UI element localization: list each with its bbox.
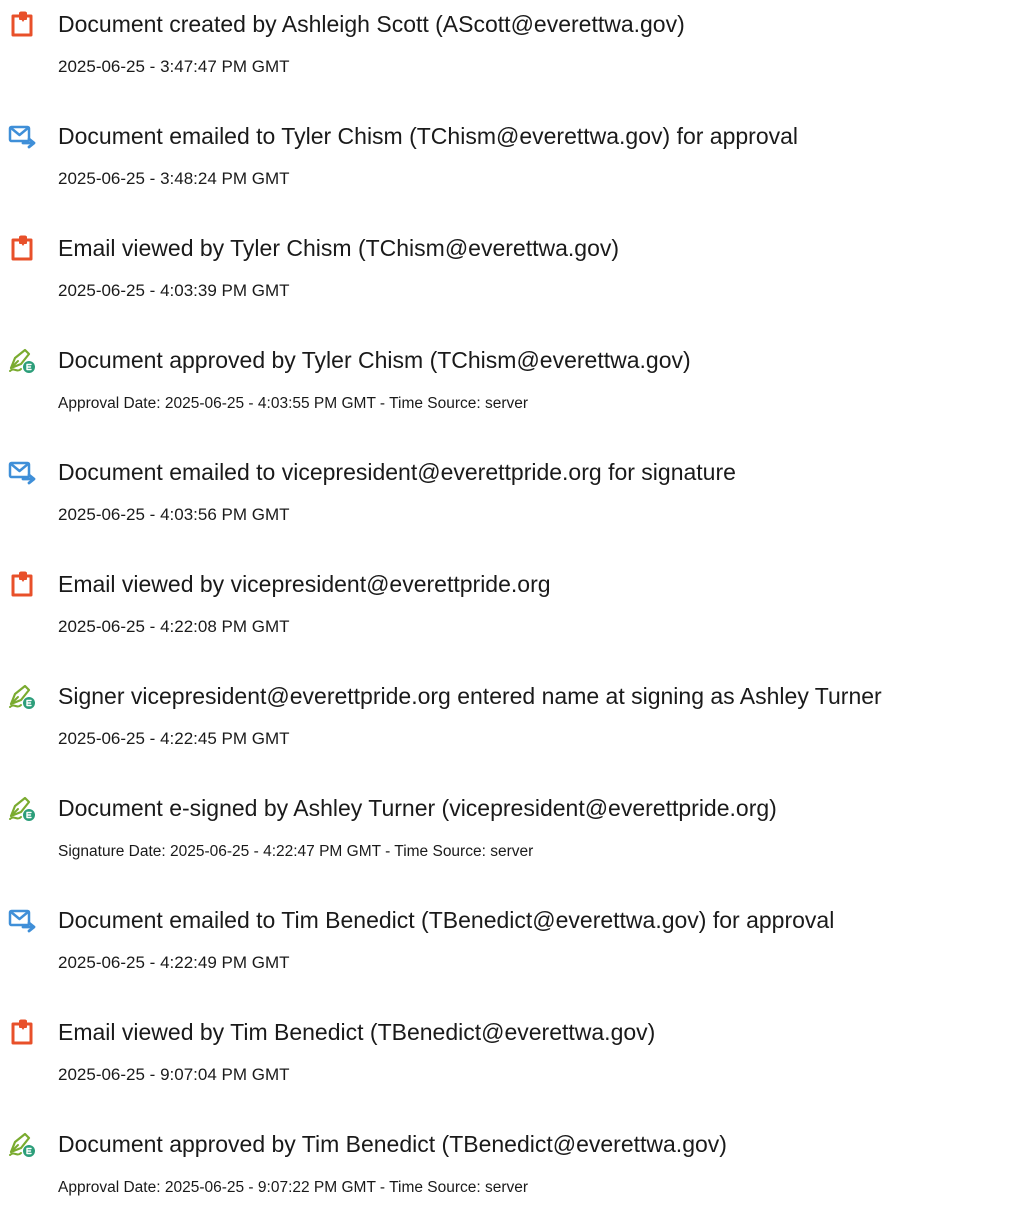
audit-event: Document approved by Tyler Chism (TChism… (0, 336, 1016, 436)
event-title: Document emailed to Tyler Chism (TChism@… (58, 123, 799, 149)
audit-event: Document approved by Tim Benedict (TBene… (0, 1120, 1016, 1220)
event-title: Signer vicepresident@everettpride.org en… (58, 683, 882, 709)
event-timestamp: 2025-06-25 - 4:03:56 PM GMT (58, 505, 290, 524)
event-timestamp: 2025-06-25 - 4:22:45 PM GMT (58, 729, 290, 748)
sign-pen-icon (8, 682, 36, 710)
audit-event: Email viewed by Tyler Chism (TChism@ever… (0, 224, 1016, 324)
audit-event: Document emailed to Tim Benedict (TBened… (0, 896, 1016, 996)
event-timestamp: Signature Date: 2025-06-25 - 4:22:47 PM … (58, 843, 534, 860)
document-icon (8, 570, 36, 598)
event-timestamp: 2025-06-25 - 4:22:49 PM GMT (58, 953, 290, 972)
event-timestamp: 2025-06-25 - 3:48:24 PM GMT (58, 169, 290, 188)
event-title: Document e-signed by Ashley Turner (vice… (58, 795, 777, 821)
document-icon (8, 10, 36, 38)
event-timestamp: 2025-06-25 - 4:03:39 PM GMT (58, 281, 290, 300)
email-send-icon (8, 906, 36, 934)
email-send-icon (8, 122, 36, 150)
document-icon (8, 234, 36, 262)
audit-event: Signer vicepresident@everettpride.org en… (0, 672, 1016, 772)
audit-event: Document emailed to Tyler Chism (TChism@… (0, 112, 1016, 212)
audit-event: Email viewed by vicepresident@everettpri… (0, 560, 1016, 660)
event-timestamp: 2025-06-25 - 9:07:04 PM GMT (58, 1065, 290, 1084)
audit-event: Email viewed by Tim Benedict (TBenedict@… (0, 1008, 1016, 1108)
event-title: Email viewed by vicepresident@everettpri… (58, 571, 551, 597)
event-title: Email viewed by Tim Benedict (TBenedict@… (58, 1019, 656, 1045)
sign-pen-icon (8, 346, 36, 374)
event-timestamp: Approval Date: 2025-06-25 - 9:07:22 PM G… (58, 1179, 529, 1196)
audit-event: Document e-signed by Ashley Turner (vice… (0, 784, 1016, 884)
event-title: Document approved by Tyler Chism (TChism… (58, 347, 691, 373)
event-timestamp: Approval Date: 2025-06-25 - 4:03:55 PM G… (58, 395, 529, 412)
audit-event: Document emailed to vicepresident@everet… (0, 448, 1016, 548)
document-icon (8, 1018, 36, 1046)
audit-trail-list: Document created by Ashleigh Scott (ASco… (0, 0, 1016, 1226)
event-title: Email viewed by Tyler Chism (TChism@ever… (58, 235, 620, 261)
event-title: Document emailed to Tim Benedict (TBened… (58, 907, 835, 933)
event-title: Document created by Ashleigh Scott (ASco… (58, 11, 685, 37)
event-title: Document emailed to vicepresident@everet… (58, 459, 736, 485)
event-timestamp: 2025-06-25 - 4:22:08 PM GMT (58, 617, 290, 636)
sign-pen-icon (8, 794, 36, 822)
event-timestamp: 2025-06-25 - 3:47:47 PM GMT (58, 57, 290, 76)
event-title: Document approved by Tim Benedict (TBene… (58, 1131, 727, 1157)
audit-event: Document created by Ashleigh Scott (ASco… (0, 0, 1016, 100)
email-send-icon (8, 458, 36, 486)
sign-pen-icon (8, 1130, 36, 1158)
